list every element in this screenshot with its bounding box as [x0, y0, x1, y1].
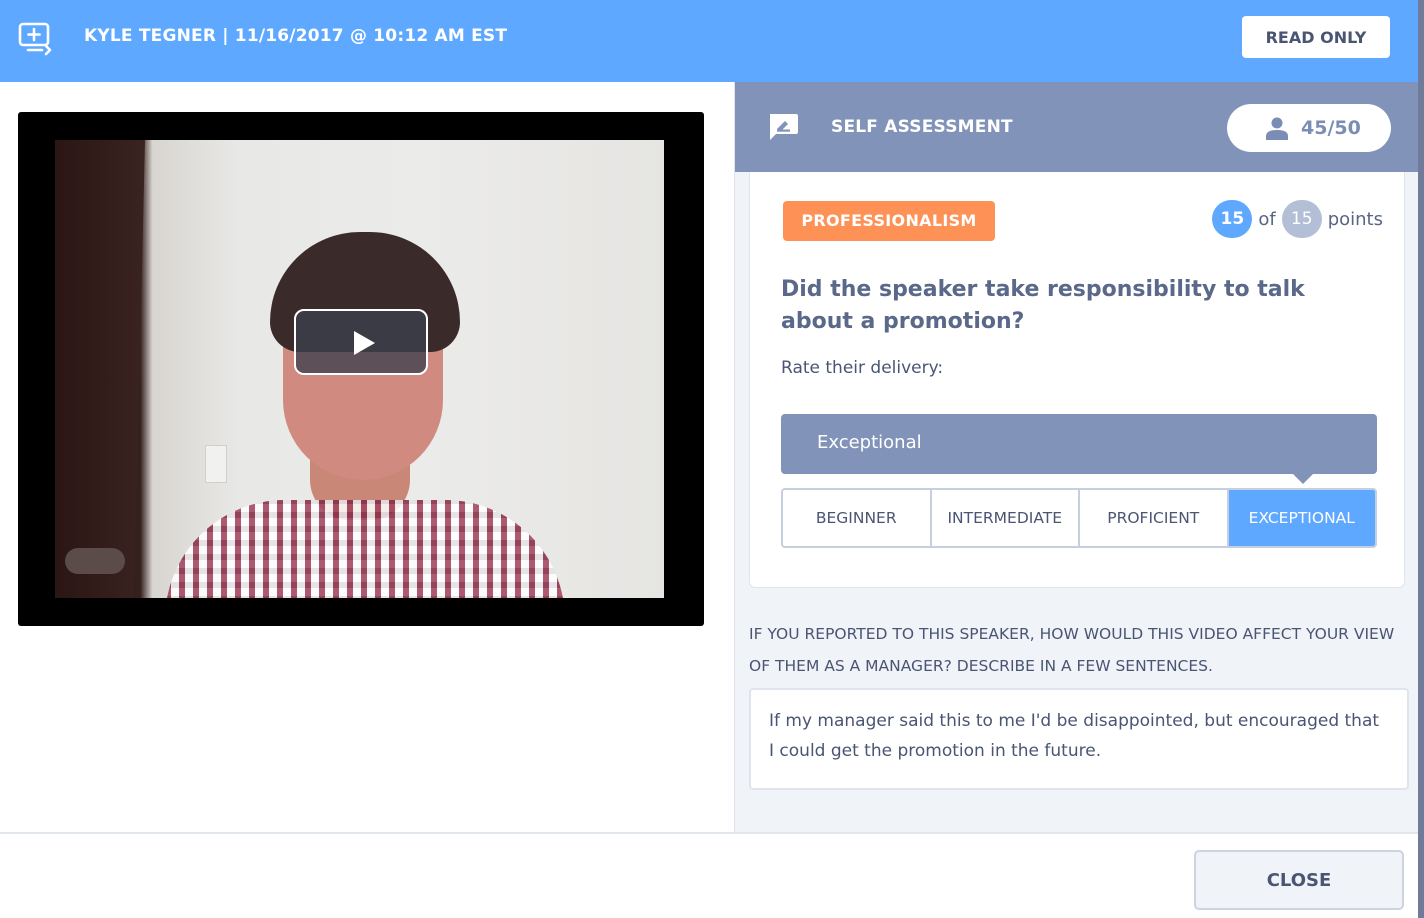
points-label: points — [1327, 208, 1383, 230]
question-points: 15 of 15 points — [1212, 200, 1383, 238]
door-shape — [55, 140, 145, 598]
door-knob-shape — [65, 548, 125, 574]
category-badge: PROFESSIONALISM — [783, 201, 995, 241]
play-button[interactable] — [294, 309, 428, 375]
points-of-label: of — [1258, 208, 1276, 230]
assessment-review-window: KYLE TEGNER | 11/16/2017 @ 10:12 AM EST … — [0, 0, 1419, 918]
session-title: KYLE TEGNER | 11/16/2017 @ 10:12 AM EST — [84, 26, 508, 46]
footer-bar: CLOSE — [0, 832, 1418, 918]
rate-label: Rate their delivery: — [781, 358, 944, 378]
comment-response-field[interactable]: If my manager said this to me I'd be dis… — [749, 688, 1409, 790]
rating-option-intermediate[interactable]: INTERMEDIATE — [931, 490, 1080, 546]
assessment-pane: SELF ASSESSMENT 45/50 PROFESSIONALISM 15… — [734, 82, 1419, 832]
total-score: 45/50 — [1301, 117, 1361, 139]
rating-segmented-control: BEGINNER INTERMEDIATE PROFICIENT EXCEPTI… — [781, 488, 1377, 548]
video-pane — [0, 82, 734, 832]
question-text: Did the speaker take responsibility to t… — [781, 277, 1305, 334]
selection-pointer — [1291, 472, 1315, 484]
play-icon — [354, 331, 375, 355]
points-earned: 15 — [1212, 200, 1253, 238]
rating-option-proficient[interactable]: PROFICIENT — [1080, 490, 1229, 546]
comment-prompt: IF YOU REPORTED TO THIS SPEAKER, HOW WOU… — [749, 625, 1395, 675]
screen-share-icon — [18, 22, 52, 56]
assessment-title: SELF ASSESSMENT — [831, 117, 1013, 137]
light-switch-shape — [205, 445, 227, 483]
edit-comment-icon — [770, 114, 798, 140]
points-total: 15 — [1281, 200, 1322, 238]
assessment-header: SELF ASSESSMENT 45/50 — [735, 82, 1419, 172]
read-only-button[interactable]: READ ONLY — [1242, 16, 1390, 58]
person-shirt-shape — [165, 500, 565, 598]
close-button[interactable]: CLOSE — [1194, 850, 1404, 910]
rating-option-exceptional[interactable]: EXCEPTIONAL — [1228, 490, 1375, 546]
total-score-badge: 45/50 — [1227, 104, 1391, 152]
question-card: PROFESSIONALISM 15 of 15 points Did the … — [749, 172, 1405, 588]
rating-option-beginner[interactable]: BEGINNER — [783, 490, 932, 546]
video-player[interactable] — [18, 112, 704, 626]
selected-rating-text: Exceptional — [817, 432, 922, 453]
header-bar: KYLE TEGNER | 11/16/2017 @ 10:12 AM EST … — [0, 0, 1418, 82]
selected-rating-display: Exceptional — [781, 414, 1377, 484]
person-icon — [1266, 117, 1288, 140]
window-edge — [1418, 0, 1424, 918]
